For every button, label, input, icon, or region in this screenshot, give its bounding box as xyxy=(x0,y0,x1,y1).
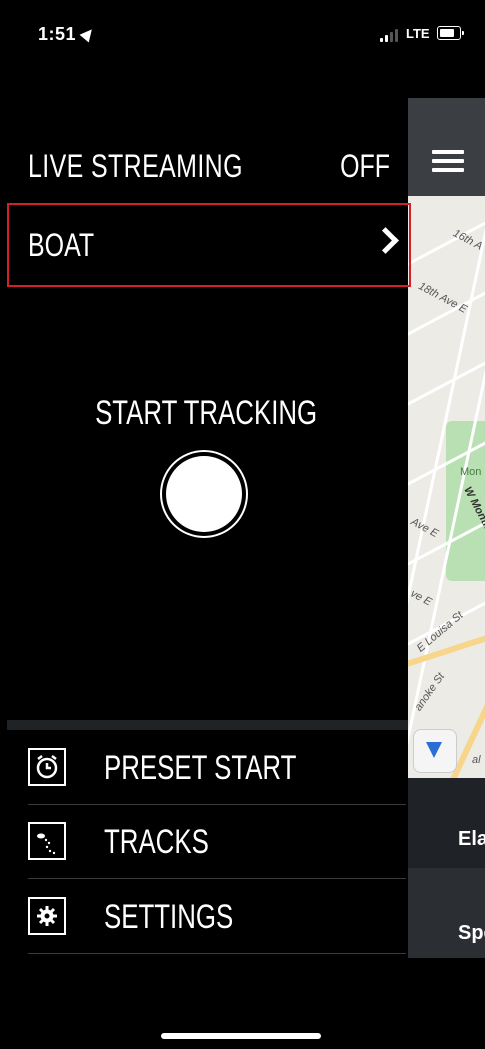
side-drawer: LIVE STREAMING OFF BOAT START TRACKING P… xyxy=(0,98,411,1048)
data-row-label: Ela xyxy=(458,828,485,850)
gear-icon xyxy=(28,897,66,935)
start-tracking-label: START TRACKING xyxy=(94,394,318,432)
map-view[interactable]: 16th A 18th Ave E Mon W Montlak Ave E ve… xyxy=(408,196,485,778)
map-label: 18th Ave E xyxy=(416,280,469,316)
map-label: Mon xyxy=(460,466,482,478)
app-screen: 1:51 LTE 16th A 18th Ave E Mon W Montlak… xyxy=(0,0,485,1049)
start-tracking-button[interactable] xyxy=(160,450,248,538)
track-path-icon xyxy=(28,822,66,860)
menu-item-settings[interactable]: SETTINGS xyxy=(28,884,406,954)
live-streaming-value: OFF xyxy=(340,148,390,184)
status-time: 1:51 xyxy=(38,24,77,44)
home-indicator[interactable] xyxy=(161,1033,321,1039)
live-streaming-row[interactable]: LIVE STREAMING OFF xyxy=(28,148,390,188)
navigation-arrow-icon[interactable] xyxy=(413,729,457,773)
map-label: al xyxy=(472,754,481,766)
status-bar: 1:51 LTE xyxy=(0,0,485,70)
live-streaming-label: LIVE STREAMING xyxy=(28,148,243,184)
network-type: LTE xyxy=(406,26,430,41)
data-row: Spe xyxy=(408,868,485,958)
chevron-right-icon xyxy=(372,227,399,254)
data-row: Ela xyxy=(408,778,485,868)
menu-item-label: PRESET START xyxy=(104,749,297,787)
divider xyxy=(7,720,408,730)
boat-label: BOAT xyxy=(28,227,95,263)
map-label: ve E xyxy=(408,587,434,609)
map-header xyxy=(408,98,485,196)
location-arrow-icon xyxy=(79,25,97,43)
menu-item-preset-start[interactable]: PRESET START xyxy=(28,735,406,805)
menu-item-tracks[interactable]: TRACKS xyxy=(28,809,406,879)
boat-row[interactable]: BOAT xyxy=(7,203,411,287)
hamburger-menu-icon[interactable] xyxy=(432,150,464,172)
map-panel: 16th A 18th Ave E Mon W Montlak Ave E ve… xyxy=(408,98,485,958)
menu-item-label: SETTINGS xyxy=(104,898,234,936)
alarm-clock-icon xyxy=(28,748,66,786)
data-row-label: Spe xyxy=(458,922,485,944)
menu-item-label: TRACKS xyxy=(104,823,209,861)
signal-strength-icon xyxy=(380,28,402,42)
battery-icon xyxy=(437,26,464,40)
